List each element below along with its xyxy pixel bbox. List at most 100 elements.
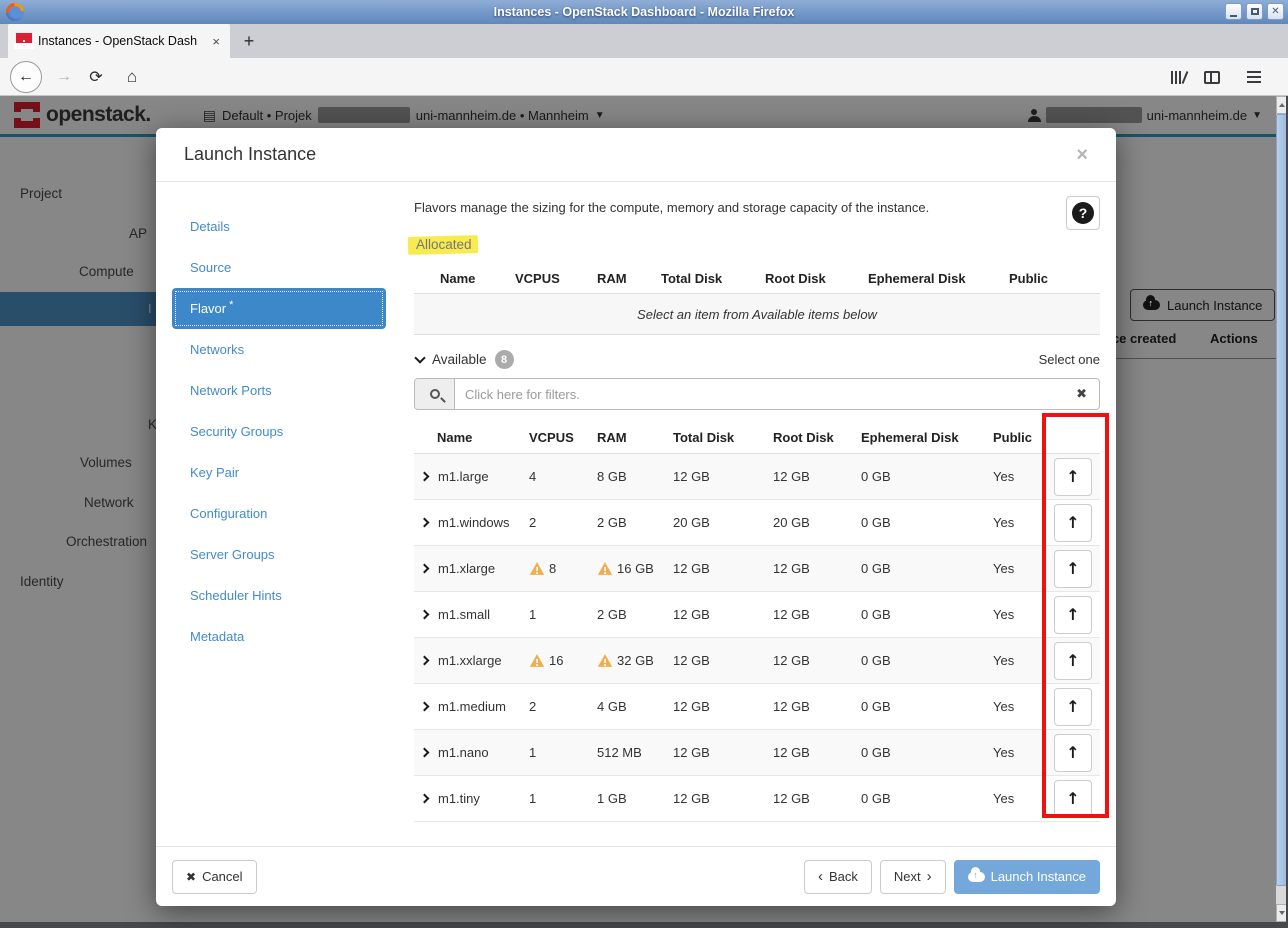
available-table-header: NameVCPUSRAMTotal DiskRoot DiskEphemeral… [414, 422, 1100, 454]
total-disk-cell: 12 GB [673, 469, 773, 484]
expand-chevron-icon[interactable] [420, 656, 430, 666]
warning-icon [597, 561, 613, 576]
reload-button[interactable]: ⟳ [82, 58, 110, 96]
public-cell: Yes [993, 653, 1046, 668]
help-button[interactable]: ? [1066, 196, 1100, 230]
warning-icon [529, 653, 545, 668]
launch-instance-button[interactable]: ↑ Launch Instance [954, 860, 1100, 894]
filter-clear-icon[interactable]: ✖ [1064, 386, 1099, 402]
forward-button[interactable]: → [50, 58, 78, 96]
cancel-button[interactable]: ✖ Cancel [172, 860, 257, 894]
wizard-nav-item-scheduler-hints[interactable]: Scheduler Hints [172, 575, 414, 616]
back-button[interactable]: ← [8, 58, 44, 96]
search-icon [430, 389, 440, 399]
expand-chevron-icon[interactable] [420, 610, 430, 620]
openstack-favicon [16, 33, 32, 49]
modal-close-icon[interactable]: × [1076, 145, 1088, 165]
firefox-icon [6, 3, 24, 21]
column-header: Root Disk [765, 271, 868, 286]
ephemeral-disk-cell: 0 GB [861, 699, 993, 714]
wizard-nav-item-metadata[interactable]: Metadata [172, 616, 414, 657]
allocate-flavor-button[interactable]: ↑ [1054, 780, 1092, 818]
up-arrow-icon: ↑ [1066, 559, 1079, 578]
flavor-name: m1.large [438, 469, 489, 484]
wizard-nav-item-networks[interactable]: Networks [172, 329, 414, 370]
launch-instance-modal: Launch Instance × Details Source Flavor*… [156, 128, 1116, 906]
allocate-flavor-button[interactable]: ↑ [1054, 504, 1092, 542]
collapse-chevron-icon[interactable] [414, 352, 425, 363]
column-header: Name [414, 430, 529, 445]
vcpus-cell: 1 [529, 745, 597, 760]
select-one-hint: Select one [1039, 352, 1100, 367]
column-header: VCPUS [515, 271, 597, 286]
ephemeral-disk-cell: 0 GB [861, 561, 993, 576]
expand-chevron-icon[interactable] [420, 748, 430, 758]
available-section-label: Available [432, 352, 487, 367]
wizard-nav-item-flavor[interactable]: Flavor* [172, 288, 386, 329]
expand-chevron-icon[interactable] [420, 518, 430, 528]
wizard-nav-item-security-groups[interactable]: Security Groups [172, 411, 414, 452]
warning-icon [597, 653, 613, 668]
filter-input[interactable] [455, 387, 1064, 402]
help-icon: ? [1072, 202, 1094, 224]
flavor-name: m1.medium [438, 699, 506, 714]
allocate-flavor-button[interactable]: ↑ [1054, 550, 1092, 588]
wizard-nav-item-source[interactable]: Source [172, 247, 414, 288]
close-window-button[interactable]: ✕ [1267, 3, 1284, 20]
ephemeral-disk-cell: 0 GB [861, 607, 993, 622]
flavor-description: Flavors manage the sizing for the comput… [414, 196, 929, 215]
new-tab-button[interactable]: + [236, 28, 262, 54]
wizard-nav-item-details[interactable]: Details [172, 206, 414, 247]
vcpus-cell: 1 [529, 607, 597, 622]
minimize-button[interactable] [1225, 3, 1242, 20]
allocate-flavor-button[interactable]: ↑ [1054, 734, 1092, 772]
expand-chevron-icon[interactable] [420, 564, 430, 574]
flavor-row: m1.medium 2 4 GB 12 GB 12 GB 0 GB Yes ↑ [414, 684, 1100, 730]
allocate-flavor-button[interactable]: ↑ [1054, 458, 1092, 496]
vcpus-cell: 8 [529, 561, 597, 576]
ram-cell: 8 GB [597, 469, 673, 484]
column-header: Name [440, 271, 515, 286]
column-header: Public [993, 430, 1046, 445]
expand-chevron-icon[interactable] [420, 472, 430, 482]
ephemeral-disk-cell: 0 GB [861, 745, 993, 760]
flavor-name: m1.xxlarge [438, 653, 502, 668]
home-button[interactable]: ⌂ [118, 58, 146, 96]
allocate-flavor-button[interactable]: ↑ [1054, 596, 1092, 634]
back-button-modal[interactable]: ‹ Back [804, 860, 872, 894]
tab-close-icon[interactable]: × [210, 34, 222, 49]
filter-search-button[interactable] [415, 379, 455, 409]
allocate-flavor-button[interactable]: ↑ [1054, 688, 1092, 726]
column-header: Total Disk [673, 430, 773, 445]
menu-hamburger-icon[interactable] [1240, 58, 1268, 96]
public-cell: Yes [993, 791, 1046, 806]
total-disk-cell: 12 GB [673, 653, 773, 668]
library-icon[interactable] [1164, 58, 1192, 96]
sidebars-icon[interactable] [1198, 58, 1226, 96]
wizard-nav-item-network-ports[interactable]: Network Ports [172, 370, 414, 411]
wizard-nav-item-key-pair[interactable]: Key Pair [172, 452, 414, 493]
vcpus-cell: 4 [529, 469, 597, 484]
flavor-name: m1.nano [438, 745, 489, 760]
flavor-row: m1.xxlarge 16 32 GB 12 GB 12 GB 0 GB Yes… [414, 638, 1100, 684]
total-disk-cell: 12 GB [673, 699, 773, 714]
available-count-badge: 8 [495, 350, 514, 369]
column-header: Public [1009, 271, 1100, 286]
public-cell: Yes [993, 561, 1046, 576]
expand-chevron-icon[interactable] [420, 794, 430, 804]
total-disk-cell: 12 GB [673, 561, 773, 576]
tab-instances[interactable]: Instances - OpenStack Dash × [8, 24, 230, 58]
wizard-nav-item-server-groups[interactable]: Server Groups [172, 534, 414, 575]
total-disk-cell: 12 GB [673, 607, 773, 622]
allocate-flavor-button[interactable]: ↑ [1054, 642, 1092, 680]
root-disk-cell: 12 GB [773, 745, 861, 760]
ephemeral-disk-cell: 0 GB [861, 653, 993, 668]
flavor-row: m1.nano 1 512 MB 12 GB 12 GB 0 GB Yes ↑ [414, 730, 1100, 776]
root-disk-cell: 12 GB [773, 469, 861, 484]
wizard-nav-item-configuration[interactable]: Configuration [172, 493, 414, 534]
root-disk-cell: 12 GB [773, 607, 861, 622]
expand-chevron-icon[interactable] [420, 702, 430, 712]
maximize-button[interactable] [1246, 3, 1263, 20]
next-button[interactable]: Next › [880, 860, 946, 894]
flavor-row: m1.small 1 2 GB 12 GB 12 GB 0 GB Yes ↑ [414, 592, 1100, 638]
